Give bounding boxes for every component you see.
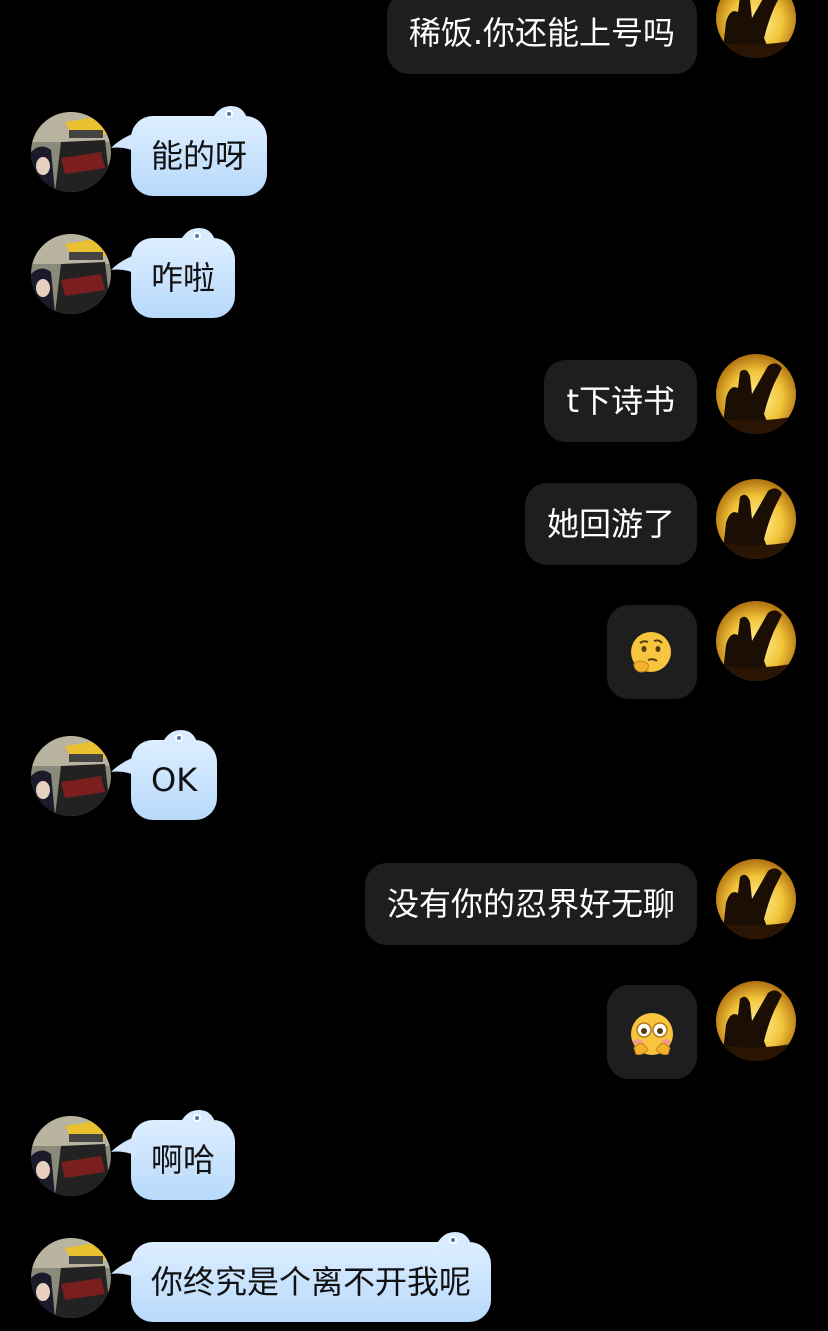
bubble-tail-icon	[111, 132, 137, 152]
message-row: OK	[0, 730, 828, 820]
bubble-ear-icon	[209, 106, 250, 128]
bubble-tail-icon	[111, 756, 137, 776]
self-avatar[interactable]	[716, 0, 796, 58]
message-row: 稀饭.你还能上号吗	[0, 0, 828, 74]
anime-characters-avatar-icon	[31, 234, 111, 314]
message-text: 稀饭.你还能上号吗	[408, 14, 675, 52]
bubble-tail-icon	[111, 254, 137, 274]
self-avatar[interactable]	[716, 981, 796, 1061]
bubble-ear-icon	[177, 228, 218, 250]
message-text: OK	[151, 761, 198, 799]
bubble-ear-icon	[433, 1232, 474, 1254]
silhouette-sunset-avatar-icon	[716, 859, 796, 939]
incoming-message-bubble[interactable]: 你终究是个离不开我呢	[111, 1232, 492, 1322]
self-avatar[interactable]	[716, 479, 796, 559]
outgoing-message-bubble[interactable]: 稀饭.你还能上号吗	[386, 0, 697, 74]
message-text: 你终究是个离不开我呢	[151, 1263, 472, 1301]
bubble-ear-icon	[177, 1110, 218, 1132]
incoming-message-bubble[interactable]: OK	[111, 730, 218, 820]
self-avatar[interactable]	[716, 601, 796, 681]
bubble-tail-icon	[111, 1258, 137, 1278]
message-row: 她回游了	[0, 479, 828, 565]
message-text: 能的呀	[151, 137, 248, 175]
outgoing-emoji-bubble[interactable]	[607, 605, 697, 699]
anime-characters-avatar-icon	[31, 1116, 111, 1196]
anime-characters-avatar-icon	[31, 1238, 111, 1318]
outgoing-emoji-bubble[interactable]	[607, 985, 697, 1079]
contact-avatar[interactable]	[31, 1238, 111, 1318]
message-row: 没有你的忍界好无聊	[0, 859, 828, 945]
contact-avatar[interactable]	[31, 1116, 111, 1196]
silhouette-sunset-avatar-icon	[716, 981, 796, 1061]
anime-characters-avatar-icon	[31, 736, 111, 816]
message-row: t下诗书	[0, 354, 828, 442]
contact-avatar[interactable]	[31, 736, 111, 816]
message-row	[0, 601, 828, 699]
message-row: 咋啦	[0, 228, 828, 318]
chat-thread: 稀饭.你还能上号吗 能的呀 咋啦 t下诗书 她回游了 OK 没有你的忍界好无聊 …	[0, 0, 828, 1331]
message-row: 啊哈	[0, 1110, 828, 1200]
message-text: t下诗书	[566, 382, 675, 420]
outgoing-message-bubble[interactable]: 她回游了	[524, 483, 697, 565]
message-row: 你终究是个离不开我呢	[0, 1232, 828, 1322]
message-row: 能的呀	[0, 106, 828, 196]
message-text: 咋啦	[151, 259, 216, 297]
anime-characters-avatar-icon	[31, 112, 111, 192]
message-text: 没有你的忍界好无聊	[386, 885, 675, 923]
message-row	[0, 981, 828, 1079]
silhouette-sunset-avatar-icon	[716, 601, 796, 681]
thinking-face-emoji-icon	[631, 632, 671, 673]
outgoing-message-bubble[interactable]: 没有你的忍界好无聊	[364, 863, 697, 945]
self-avatar[interactable]	[716, 859, 796, 939]
contact-avatar[interactable]	[31, 234, 111, 314]
incoming-message-bubble[interactable]: 能的呀	[111, 106, 268, 196]
bubble-ear-icon	[159, 730, 200, 752]
shy-peek-face-emoji-icon	[631, 1013, 673, 1055]
message-text: 啊哈	[151, 1141, 216, 1179]
outgoing-message-bubble[interactable]: t下诗书	[544, 360, 697, 442]
silhouette-sunset-avatar-icon	[716, 0, 796, 58]
incoming-message-bubble[interactable]: 啊哈	[111, 1110, 236, 1200]
contact-avatar[interactable]	[31, 112, 111, 192]
incoming-message-bubble[interactable]: 咋啦	[111, 228, 236, 318]
silhouette-sunset-avatar-icon	[716, 479, 796, 559]
message-text: 她回游了	[546, 505, 675, 543]
silhouette-sunset-avatar-icon	[716, 354, 796, 434]
bubble-tail-icon	[111, 1136, 137, 1156]
self-avatar[interactable]	[716, 354, 796, 434]
